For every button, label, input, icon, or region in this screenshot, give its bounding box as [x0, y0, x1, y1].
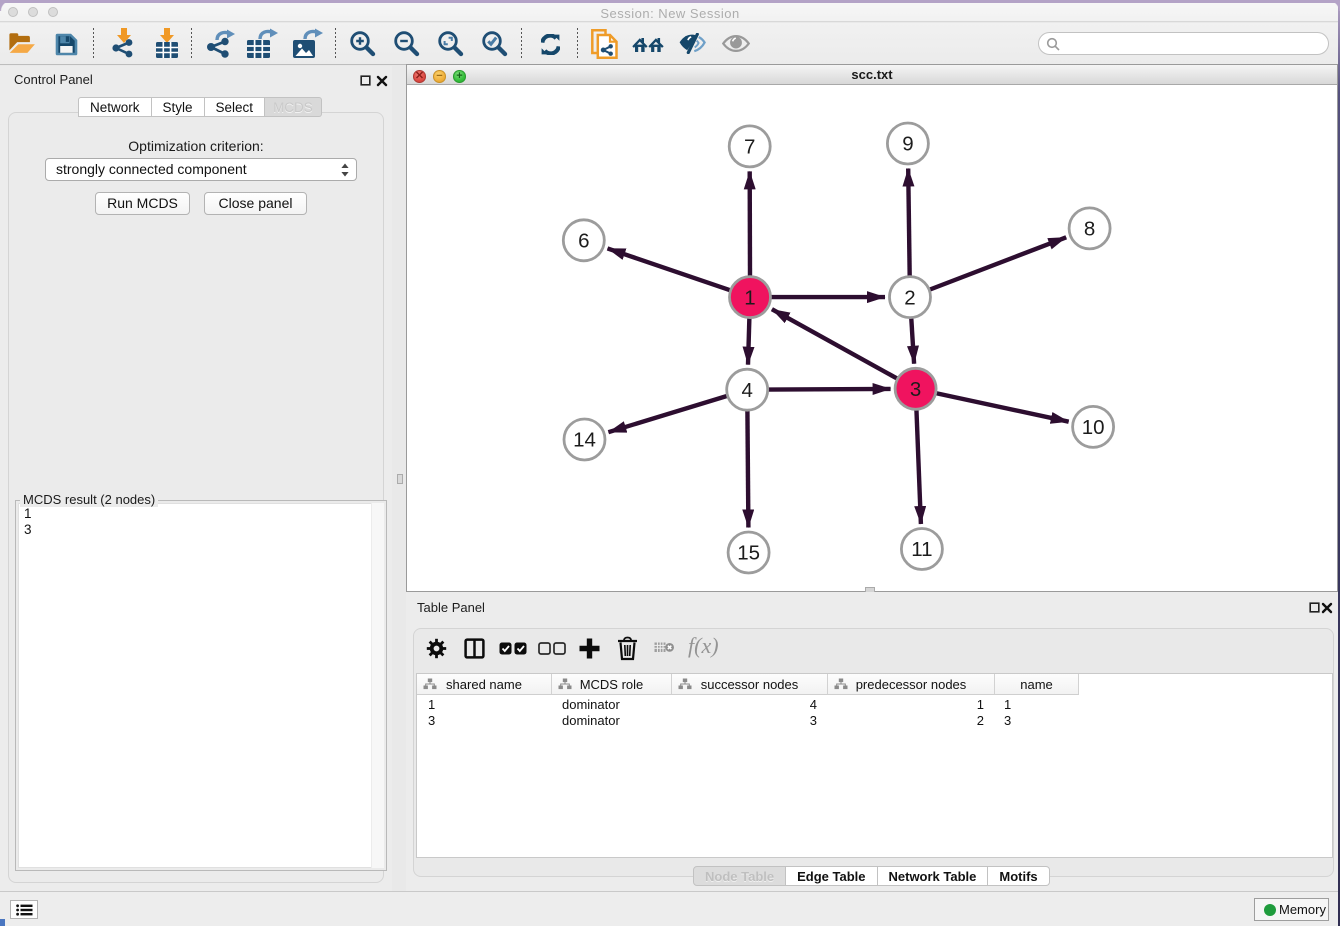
svg-text:10: 10: [1082, 416, 1105, 439]
svg-text:3: 3: [910, 378, 921, 401]
svg-text:2: 2: [904, 286, 915, 309]
svg-text:8: 8: [1084, 218, 1095, 241]
svg-text:11: 11: [911, 538, 932, 561]
svg-text:14: 14: [573, 429, 596, 452]
svg-text:1: 1: [744, 286, 755, 309]
svg-text:4: 4: [741, 379, 752, 402]
svg-text:6: 6: [578, 230, 589, 253]
svg-text:9: 9: [902, 133, 913, 156]
svg-text:7: 7: [744, 136, 755, 159]
svg-text:15: 15: [737, 542, 760, 565]
